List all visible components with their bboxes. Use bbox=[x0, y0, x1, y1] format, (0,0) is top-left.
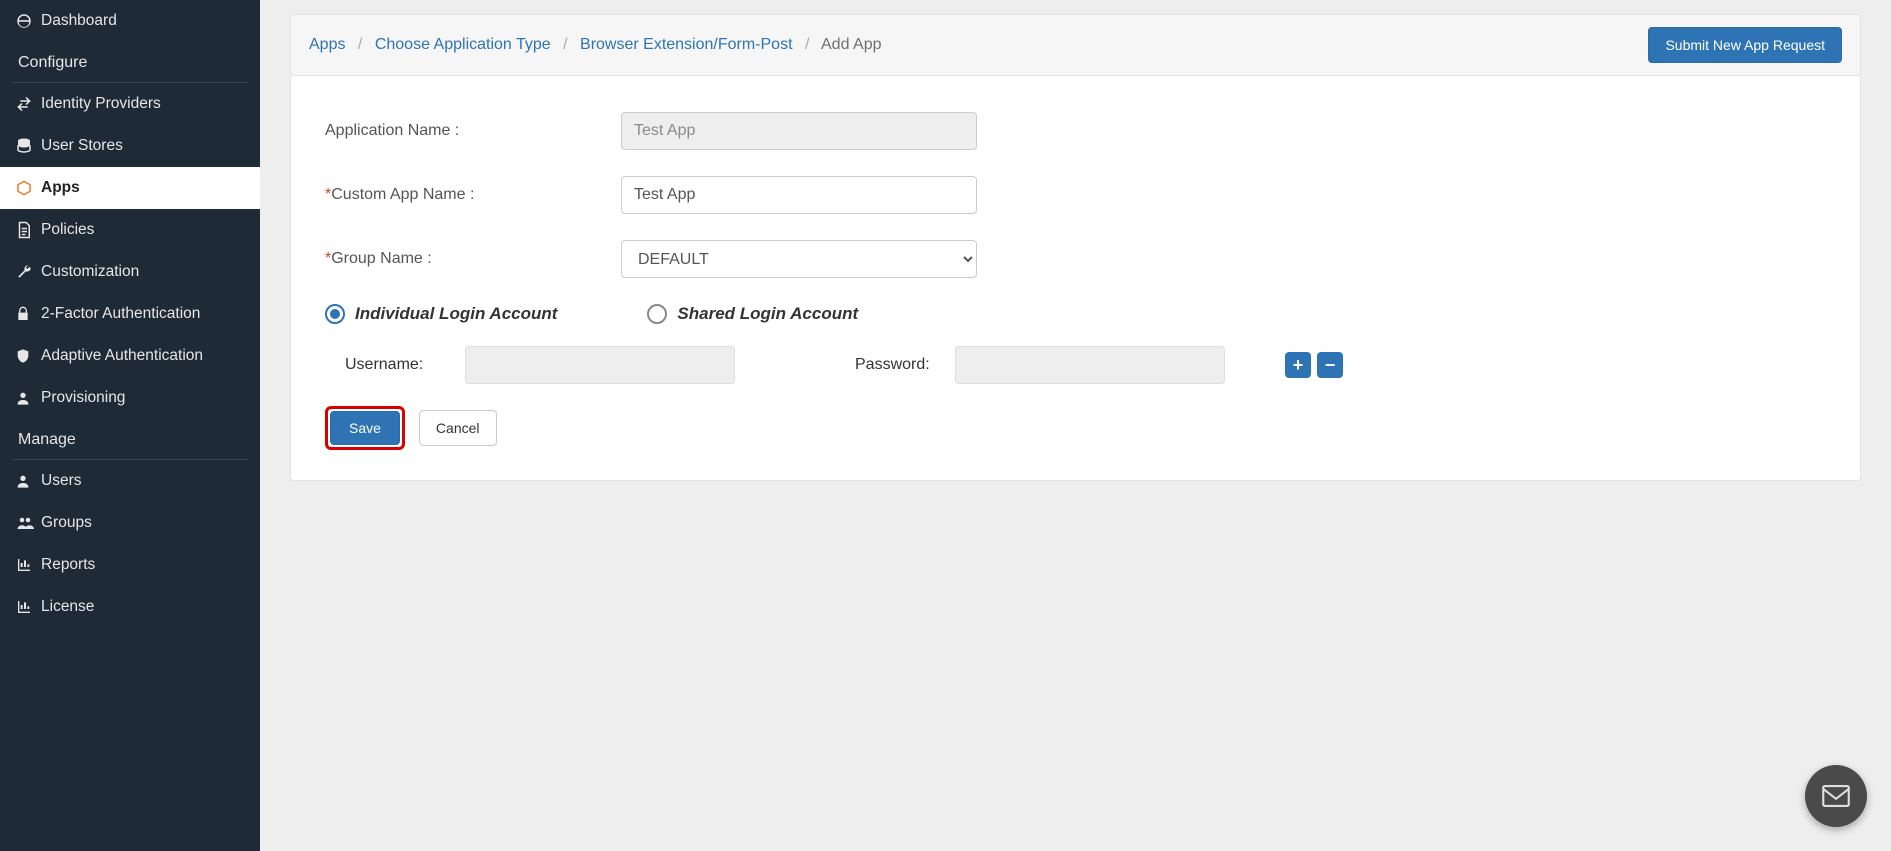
sidebar-label: Policies bbox=[41, 221, 94, 239]
sidebar-label: User Stores bbox=[41, 137, 123, 155]
breadcrumb: Apps / Choose Application Type / Browser… bbox=[309, 36, 882, 54]
sidebar-label: Users bbox=[41, 472, 81, 490]
save-highlight: Save bbox=[325, 406, 405, 450]
sidebar-label: Identity Providers bbox=[41, 95, 161, 113]
breadcrumb-browser[interactable]: Browser Extension/Form-Post bbox=[580, 36, 793, 53]
password-input[interactable] bbox=[955, 346, 1225, 384]
sidebar-item-2fa[interactable]: 2-Factor Authentication bbox=[0, 293, 260, 335]
sidebar-item-dashboard[interactable]: Dashboard bbox=[0, 0, 260, 42]
main-content: Apps / Choose Application Type / Browser… bbox=[260, 0, 1891, 851]
group-name-label-text: Group Name : bbox=[331, 250, 431, 267]
sidebar: Dashboard Configure Identity Providers U… bbox=[0, 0, 260, 851]
sidebar-label: Dashboard bbox=[41, 12, 117, 30]
custom-name-input[interactable] bbox=[621, 176, 977, 214]
sidebar-item-users[interactable]: Users bbox=[0, 460, 260, 502]
wrench-icon bbox=[15, 263, 41, 281]
group-name-label: *Group Name : bbox=[325, 250, 621, 268]
password-label: Password: bbox=[835, 356, 935, 374]
sidebar-label: Provisioning bbox=[41, 389, 125, 407]
form-card: Application Name : *Custom App Name : *G… bbox=[290, 76, 1861, 481]
custom-name-label: *Custom App Name : bbox=[325, 186, 621, 204]
custom-name-label-text: Custom App Name : bbox=[331, 186, 474, 203]
mail-fab-button[interactable] bbox=[1805, 765, 1867, 827]
sidebar-item-customization[interactable]: Customization bbox=[0, 251, 260, 293]
dashboard-icon bbox=[15, 12, 41, 30]
sidebar-label: Groups bbox=[41, 514, 92, 532]
sidebar-item-groups[interactable]: Groups bbox=[0, 502, 260, 544]
radio-shared-label: Shared Login Account bbox=[677, 304, 858, 324]
cancel-button[interactable]: Cancel bbox=[419, 410, 497, 446]
save-button[interactable]: Save bbox=[330, 411, 400, 445]
lock-icon bbox=[15, 305, 41, 323]
user-icon bbox=[15, 472, 41, 490]
breadcrumb-sep: / bbox=[563, 36, 567, 53]
group-name-select[interactable]: DEFAULT bbox=[621, 240, 977, 278]
sidebar-item-idp[interactable]: Identity Providers bbox=[0, 83, 260, 125]
radio-individual[interactable]: Individual Login Account bbox=[325, 304, 557, 324]
sidebar-label: Apps bbox=[41, 179, 80, 197]
sidebar-item-apps[interactable]: Apps bbox=[0, 167, 260, 209]
radio-individual-label: Individual Login Account bbox=[355, 304, 557, 324]
breadcrumb-sep: / bbox=[805, 36, 809, 53]
remove-credential-button[interactable]: − bbox=[1317, 352, 1343, 378]
section-configure: Configure bbox=[0, 42, 260, 82]
radio-shared[interactable]: Shared Login Account bbox=[647, 304, 858, 324]
cube-icon bbox=[15, 179, 41, 197]
breadcrumb-choose[interactable]: Choose Application Type bbox=[375, 36, 551, 53]
arrows-icon bbox=[15, 95, 41, 113]
add-credential-button[interactable]: + bbox=[1285, 352, 1311, 378]
sidebar-label: Reports bbox=[41, 556, 95, 574]
radio-unchecked-icon bbox=[647, 304, 667, 324]
users-icon bbox=[15, 514, 41, 532]
breadcrumb-apps[interactable]: Apps bbox=[309, 36, 345, 53]
submit-new-app-button[interactable]: Submit New App Request bbox=[1648, 27, 1842, 63]
sidebar-label: 2-Factor Authentication bbox=[41, 305, 200, 323]
app-name-label: Application Name : bbox=[325, 122, 621, 140]
section-manage: Manage bbox=[0, 419, 260, 459]
header-card: Apps / Choose Application Type / Browser… bbox=[290, 14, 1861, 76]
document-icon bbox=[15, 221, 41, 239]
breadcrumb-sep: / bbox=[358, 36, 362, 53]
mail-icon bbox=[1819, 779, 1853, 813]
username-label: Username: bbox=[325, 356, 445, 374]
sidebar-label: Customization bbox=[41, 263, 139, 281]
sidebar-label: License bbox=[41, 598, 94, 616]
sidebar-item-adaptive[interactable]: Adaptive Authentication bbox=[0, 335, 260, 377]
database-icon bbox=[15, 137, 41, 155]
sidebar-item-reports[interactable]: Reports bbox=[0, 544, 260, 586]
breadcrumb-current: Add App bbox=[821, 36, 882, 53]
sidebar-label: Adaptive Authentication bbox=[41, 347, 203, 365]
shield-icon bbox=[15, 347, 41, 365]
sidebar-item-policies[interactable]: Policies bbox=[0, 209, 260, 251]
radio-checked-icon bbox=[325, 304, 345, 324]
username-input[interactable] bbox=[465, 346, 735, 384]
app-name-input bbox=[621, 112, 977, 150]
sidebar-item-license[interactable]: License bbox=[0, 586, 260, 628]
sidebar-item-userstores[interactable]: User Stores bbox=[0, 125, 260, 167]
chart-icon bbox=[15, 599, 41, 615]
user-icon bbox=[15, 389, 41, 407]
sidebar-item-provisioning[interactable]: Provisioning bbox=[0, 377, 260, 419]
chart-icon bbox=[15, 557, 41, 573]
